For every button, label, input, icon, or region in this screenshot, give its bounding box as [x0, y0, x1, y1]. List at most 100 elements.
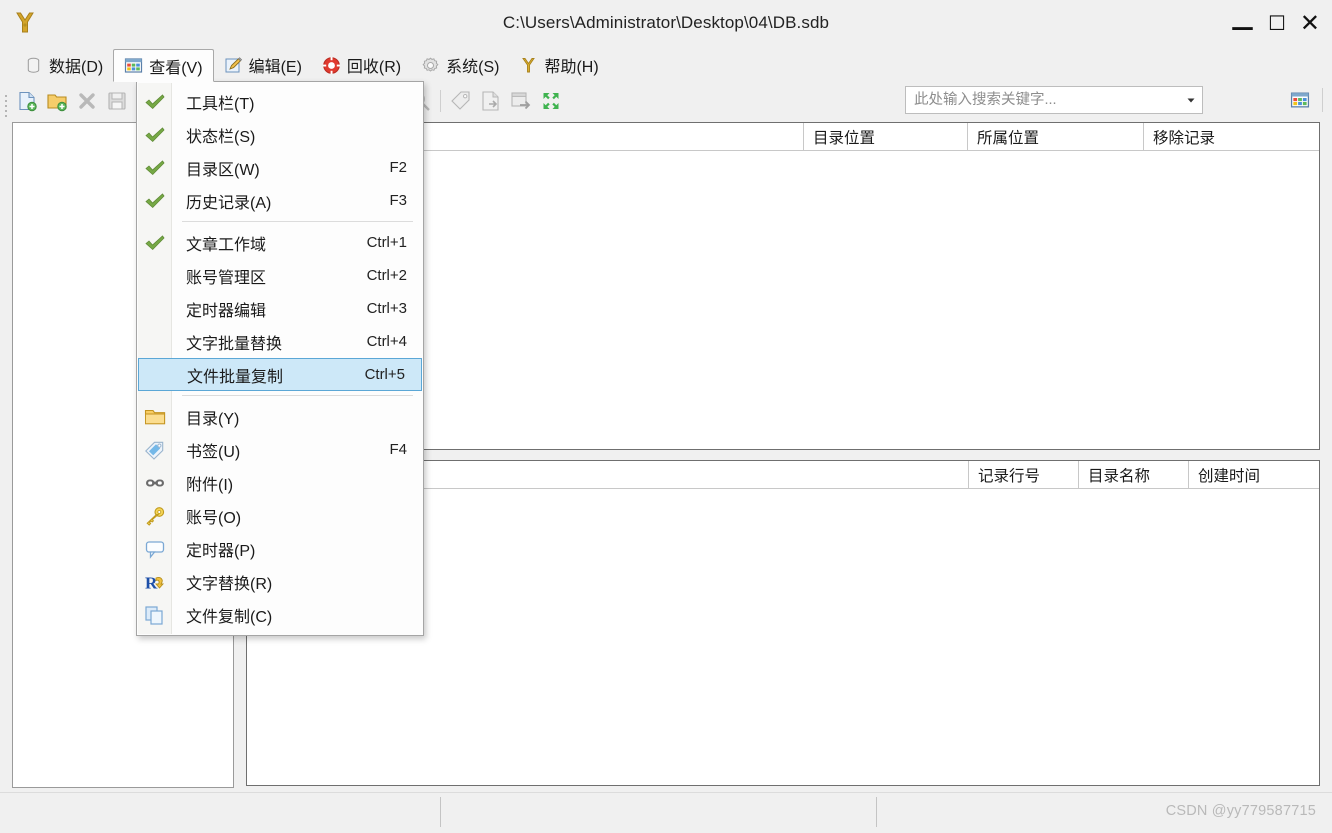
menu-option-label: 定时器(P)	[186, 542, 256, 560]
minimize-button[interactable]: —	[1231, 16, 1254, 40]
toolbar-grip[interactable]	[0, 82, 12, 120]
column-header-remove-record[interactable]: 移除记录	[1144, 123, 1319, 150]
menu-option-accel: Ctrl+1	[366, 234, 407, 251]
menu-option-file-copy[interactable]: 文件复制(C)	[137, 598, 423, 631]
folder-icon	[137, 407, 173, 427]
window-export-icon	[511, 92, 531, 110]
menu-option-text-replace[interactable]: R 文字替换(R)	[137, 565, 423, 598]
menu-option-label: 文字批量替换	[186, 335, 283, 353]
menu-option-history[interactable]: 历史记录(A) F3	[137, 184, 423, 217]
status-bar: CSDN @yy779587715	[0, 792, 1332, 833]
menu-separator	[182, 395, 413, 396]
menu-item-help-label: 帮助(H)	[544, 59, 599, 76]
close-button[interactable]: ✕	[1300, 11, 1320, 35]
menu-option-account-area[interactable]: 账号管理区 Ctrl+2	[137, 259, 423, 292]
menu-option-batch-file-copy[interactable]: 文件批量复制 Ctrl+5	[138, 358, 422, 391]
document-export-icon	[482, 91, 499, 111]
menu-item-recycle[interactable]: 回收(R)	[312, 49, 411, 81]
menu-option-accel: F4	[389, 441, 407, 458]
menu-item-edit[interactable]: 编辑(E)	[214, 49, 312, 81]
fullscreen-icon	[543, 93, 559, 109]
bookmark-tag-icon	[137, 440, 173, 460]
menu-option-label: 历史记录(A)	[186, 194, 272, 212]
menu-option-timer[interactable]: 定时器(P)	[137, 532, 423, 565]
replace-r-icon: R	[137, 572, 173, 592]
tag-add-button[interactable]	[446, 86, 476, 116]
maximize-button[interactable]: ☐	[1268, 13, 1286, 33]
watermark: CSDN @yy779587715	[1165, 803, 1316, 819]
menu-option-label: 文章工作域	[186, 236, 267, 254]
window-export-button[interactable]	[506, 86, 536, 116]
menu-option-statusbar[interactable]: 状态栏(S)	[137, 118, 423, 151]
lifebuoy-icon	[322, 56, 341, 75]
grid-view-icon	[1290, 92, 1310, 108]
menu-item-recycle-label: 回收(R)	[346, 59, 402, 76]
menu-option-label: 文件复制(C)	[186, 608, 273, 626]
copy-files-icon	[137, 605, 173, 625]
menu-item-help[interactable]: 帮助(H)	[509, 49, 608, 81]
check-icon	[137, 159, 173, 177]
menu-option-label: 状态栏(S)	[186, 128, 256, 146]
delete-button[interactable]	[72, 86, 102, 116]
new-folder-button[interactable]	[42, 86, 72, 116]
menu-option-accel: Ctrl+4	[366, 333, 407, 350]
menu-option-directory[interactable]: 目录(Y)	[137, 400, 423, 433]
column-header-record-row-number[interactable]: 记录行号	[969, 461, 1079, 488]
check-icon	[137, 93, 173, 111]
menu-option-bookmark[interactable]: 书签(U) F4	[137, 433, 423, 466]
column-header-directory-name[interactable]: 目录名称	[1079, 461, 1189, 488]
new-document-icon	[19, 91, 37, 112]
fullscreen-button[interactable]	[536, 86, 566, 116]
menu-option-timer-edit[interactable]: 定时器编辑 Ctrl+3	[137, 292, 423, 325]
menu-option-directory-area[interactable]: 目录区(W) F2	[137, 151, 423, 184]
menu-item-edit-label: 编辑(E)	[248, 59, 302, 76]
menu-option-label: 目录区(W)	[186, 161, 260, 179]
column-header-directory-location[interactable]: 目录位置	[804, 123, 968, 150]
search-input[interactable]	[906, 87, 1180, 113]
grid-view-toggle-button[interactable]	[1286, 86, 1314, 114]
menu-item-system[interactable]: 系统(S)	[411, 49, 509, 81]
menu-separator	[182, 221, 413, 222]
document-export-button[interactable]	[476, 86, 506, 116]
delete-x-icon	[79, 93, 95, 109]
menu-option-article-workspace[interactable]: 文章工作域 Ctrl+1	[137, 226, 423, 259]
pencil-edit-icon	[224, 56, 243, 75]
menu-item-view[interactable]: 查看(V)	[113, 49, 214, 82]
menu-option-label: 账号管理区	[186, 269, 267, 287]
menu-option-label: 附件(I)	[186, 476, 234, 494]
menu-option-batch-text-replace[interactable]: 文字批量替换 Ctrl+4	[137, 325, 423, 358]
menu-option-toolbar[interactable]: 工具栏(T)	[137, 85, 423, 118]
toolbar-separator	[440, 90, 441, 112]
menu-option-label: 文字替换(R)	[186, 575, 273, 593]
menu-option-label: 定时器编辑	[186, 302, 267, 320]
check-icon	[137, 192, 173, 210]
column-header-create-time[interactable]: 创建时间	[1189, 461, 1319, 488]
menu-option-attachment[interactable]: 附件(I)	[137, 466, 423, 499]
gear-icon	[421, 56, 440, 75]
menu-option-label: 工具栏(T)	[186, 95, 255, 113]
status-separator	[876, 797, 877, 827]
save-icon	[108, 92, 126, 110]
menu-bar: 数据(D) 查看(V) 编辑(E) 回收(R) 系统(S) 帮助(H)	[0, 48, 1332, 82]
menu-option-accel: Ctrl+2	[366, 267, 407, 284]
new-document-button[interactable]	[12, 86, 42, 116]
column-header-owner-location[interactable]: 所属位置	[968, 123, 1144, 150]
menu-item-data[interactable]: 数据(D)	[14, 49, 113, 81]
menu-item-data-label: 数据(D)	[49, 59, 104, 76]
menu-option-account[interactable]: 账号(O)	[137, 499, 423, 532]
chevron-down-icon[interactable]	[1180, 87, 1202, 113]
menu-option-label: 书签(U)	[186, 443, 241, 461]
tag-add-icon	[451, 91, 470, 110]
grid-view-icon	[124, 56, 143, 75]
search-box[interactable]	[905, 86, 1203, 114]
svg-text:R: R	[145, 573, 158, 592]
new-folder-icon	[47, 94, 67, 112]
menu-option-label: 文件批量复制	[187, 368, 284, 386]
window-title: C:\Users\Administrator\Desktop\04\DB.sdb	[502, 13, 830, 32]
database-icon	[24, 56, 43, 75]
save-button[interactable]	[102, 86, 132, 116]
wishbone-help-icon	[519, 56, 538, 75]
view-dropdown-menu[interactable]: 工具栏(T) 状态栏(S) 目录区(W) F2 历史记录(A) F3 文章工作域…	[136, 81, 424, 636]
title-bar: C:\Users\Administrator\Desktop\04\DB.sdb…	[0, 0, 1332, 46]
menu-option-accel: F3	[389, 192, 407, 209]
